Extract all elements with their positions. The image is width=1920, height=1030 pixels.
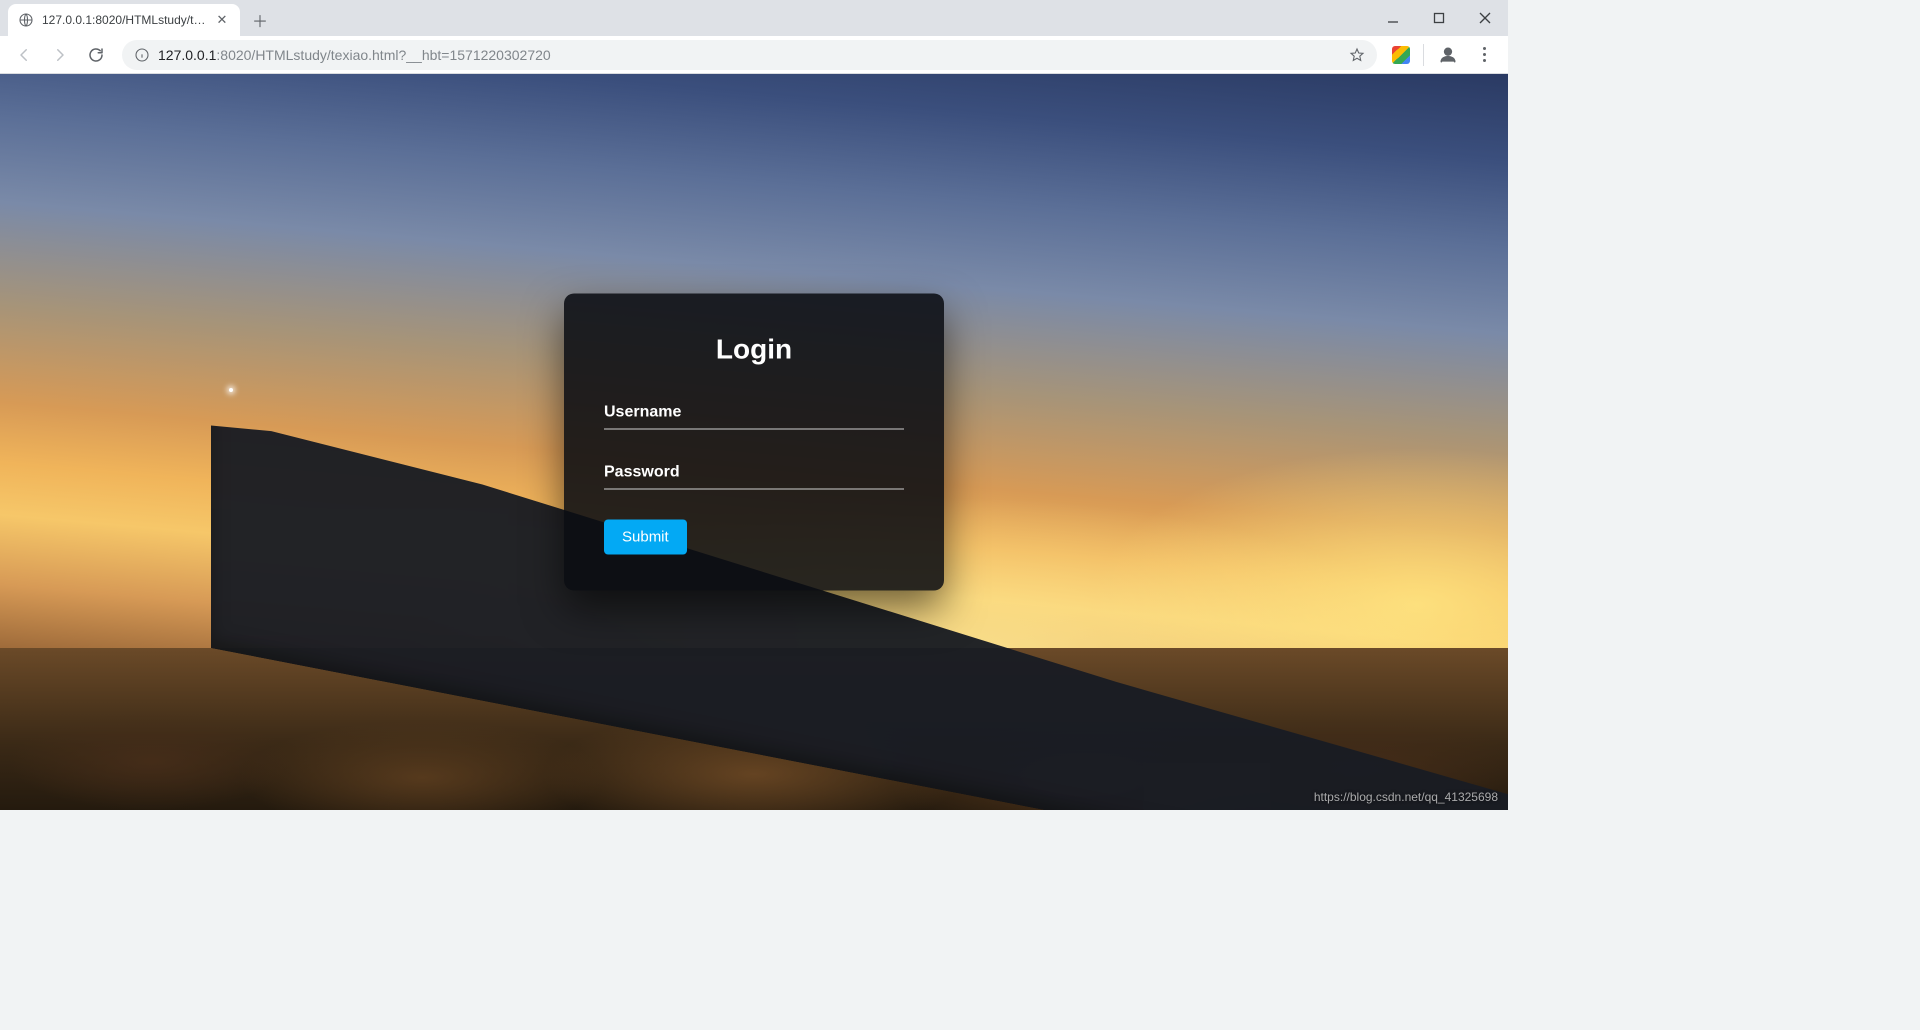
nav-back-button[interactable] <box>8 39 40 71</box>
tab-close-icon[interactable]: ✕ <box>214 12 230 28</box>
nav-forward-button[interactable] <box>44 39 76 71</box>
password-field: Password <box>604 460 904 490</box>
toolbar-divider <box>1423 44 1424 66</box>
login-title: Login <box>604 334 904 366</box>
new-tab-button[interactable]: ＋ <box>246 6 274 34</box>
window-maximize-button[interactable] <box>1416 0 1462 36</box>
site-info-icon[interactable] <box>134 47 150 63</box>
tab-title: 127.0.0.1:8020/HTMLstudy/tex <box>42 13 206 27</box>
password-input[interactable] <box>604 460 904 490</box>
url-path: :8020/HTMLstudy/texiao.html?__hbt=157122… <box>216 47 550 63</box>
browser-tab[interactable]: 127.0.0.1:8020/HTMLstudy/tex ✕ <box>8 4 240 36</box>
username-input[interactable] <box>604 400 904 430</box>
watermark-text: https://blog.csdn.net/qq_41325698 <box>1314 790 1498 804</box>
browser-toolbar: 127.0.0.1:8020/HTMLstudy/texiao.html?__h… <box>0 36 1508 74</box>
address-url: 127.0.0.1:8020/HTMLstudy/texiao.html?__h… <box>158 47 1341 63</box>
username-field: Username <box>604 400 904 430</box>
submit-button[interactable]: Submit <box>604 520 687 555</box>
url-host: 127.0.0.1 <box>158 47 216 63</box>
window-controls <box>1370 0 1508 36</box>
window-minimize-button[interactable] <box>1370 0 1416 36</box>
profile-avatar-button[interactable] <box>1432 39 1464 71</box>
address-bar[interactable]: 127.0.0.1:8020/HTMLstudy/texiao.html?__h… <box>122 40 1377 70</box>
browser-menu-button[interactable] <box>1468 39 1500 71</box>
nav-reload-button[interactable] <box>80 39 112 71</box>
browser-tabstrip: 127.0.0.1:8020/HTMLstudy/tex ✕ ＋ <box>0 0 1508 36</box>
page-viewport: Login Username Password Submit https://b… <box>0 74 1508 810</box>
bookmark-star-icon[interactable] <box>1349 47 1365 63</box>
window-close-button[interactable] <box>1462 0 1508 36</box>
globe-icon <box>18 12 34 28</box>
extension-icon[interactable] <box>1387 41 1415 69</box>
login-card: Login Username Password Submit <box>564 294 944 591</box>
